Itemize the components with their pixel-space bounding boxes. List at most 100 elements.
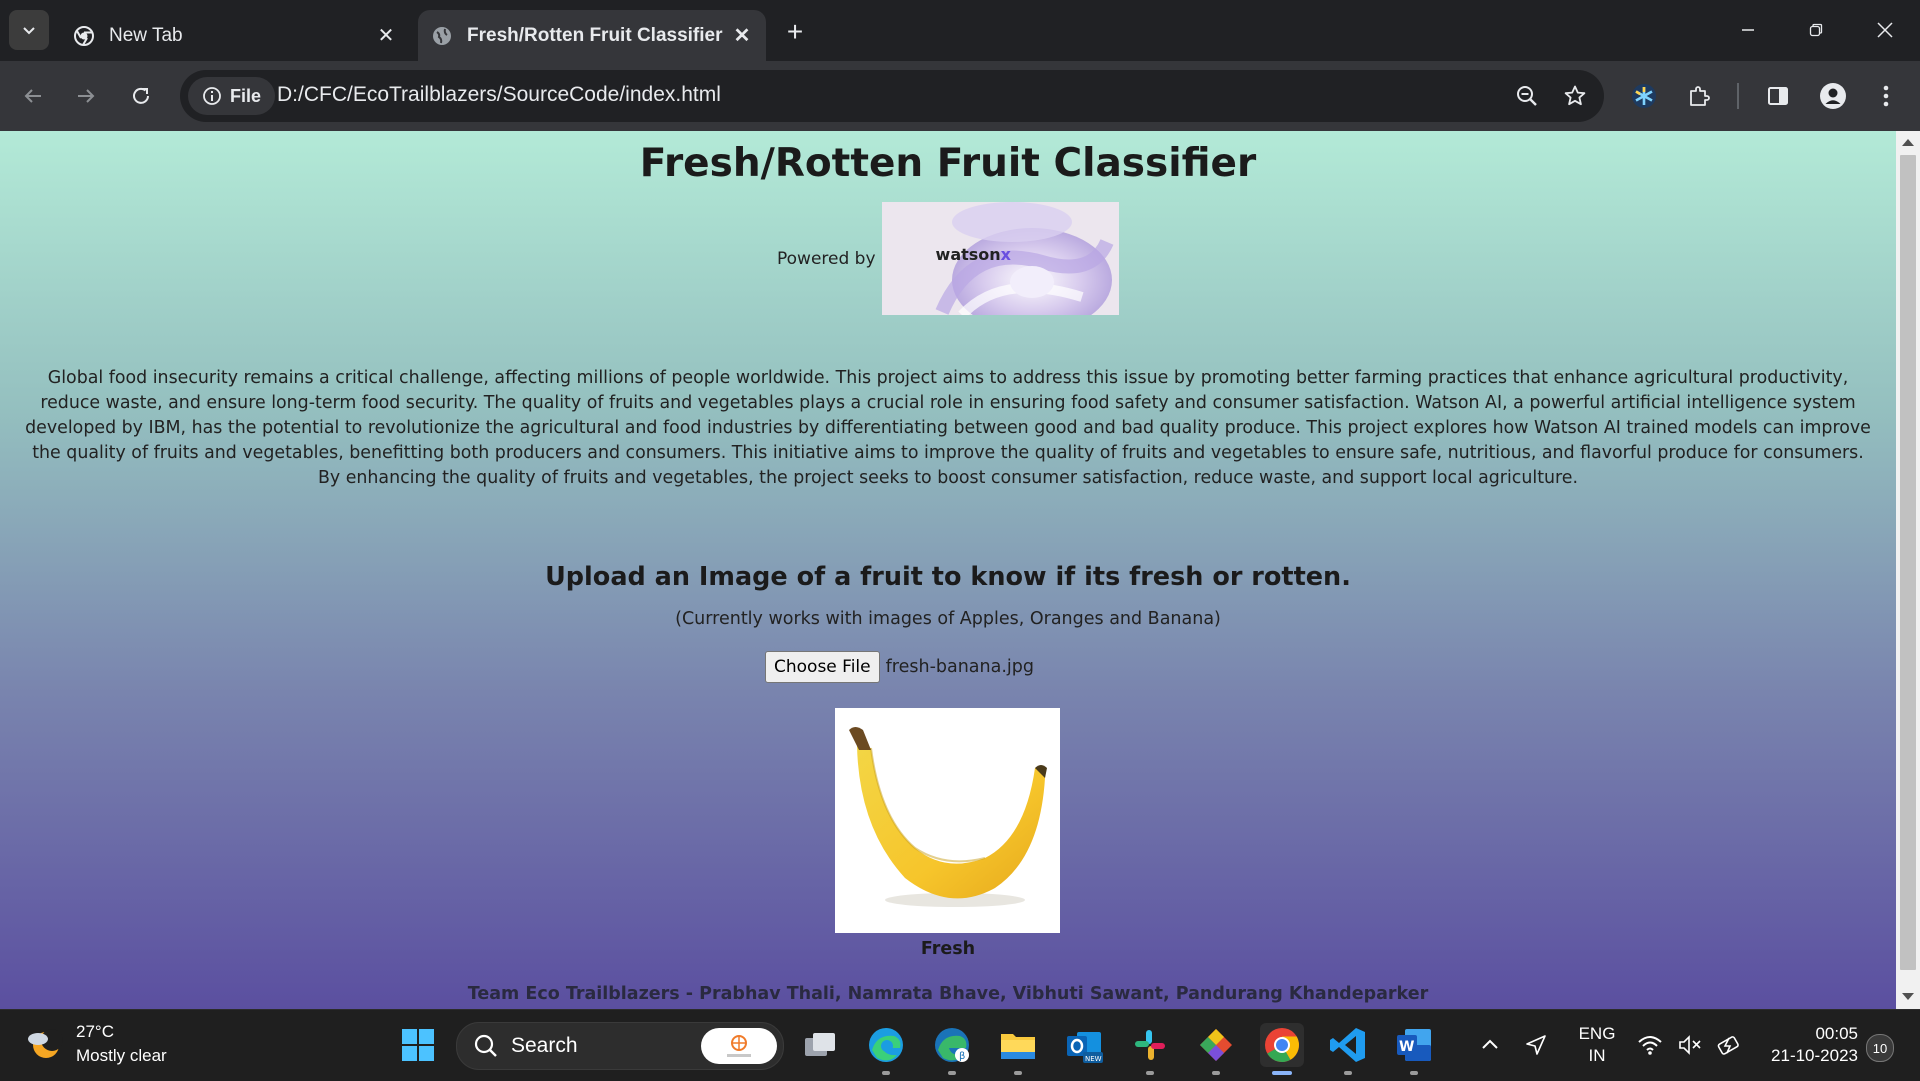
close-icon[interactable]: ✕ <box>372 22 400 50</box>
volume-muted-icon <box>1679 1035 1701 1055</box>
toolbar-separator <box>1737 83 1739 109</box>
outlook-icon: NEW <box>1067 1032 1103 1063</box>
running-indicator <box>1212 1071 1220 1075</box>
tab-title: New Tab <box>109 24 183 46</box>
site-info-chip[interactable]: File <box>188 77 276 115</box>
minimize-icon <box>1742 29 1754 31</box>
close-window-button[interactable] <box>1862 8 1908 52</box>
edge-beta-icon: β <box>935 1028 969 1062</box>
running-indicator <box>1014 1071 1022 1075</box>
location-button[interactable] <box>1514 1023 1558 1067</box>
choose-file-button[interactable]: Choose File <box>765 651 880 683</box>
address-bar[interactable]: File D:/CFC/EcoTrailblazers/SourceCode/i… <box>180 70 1604 122</box>
battery-charging-icon <box>1717 1036 1739 1055</box>
bookmark-button[interactable] <box>1557 78 1593 114</box>
moon-cloud-icon <box>28 1029 63 1058</box>
close-icon[interactable]: ✕ <box>728 22 756 50</box>
menu-button[interactable] <box>1868 78 1904 114</box>
upload-heading: Upload an Image of a fruit to know if it… <box>545 562 1351 592</box>
restore-icon <box>1809 23 1823 37</box>
location-arrow-icon <box>1526 1035 1546 1055</box>
taskbar-edge[interactable] <box>864 1023 908 1075</box>
team-credits: Team Eco Trailblazers - Prabhav Thali, N… <box>467 984 1429 1004</box>
taskbar-git-client[interactable] <box>1194 1023 1238 1075</box>
new-tab-button[interactable]: + <box>777 14 813 50</box>
info-icon <box>203 87 221 105</box>
search-label: Search <box>511 1034 578 1057</box>
profile-button[interactable] <box>1815 78 1851 114</box>
back-button[interactable] <box>15 78 51 114</box>
taskbar: 27°C Mostly clear Search β NEW W ENG IN … <box>0 1009 1920 1081</box>
tab-new-tab[interactable]: New Tab ✕ <box>60 10 410 61</box>
reload-button[interactable] <box>123 78 159 114</box>
arrow-left-icon <box>24 89 41 103</box>
folder-icon <box>1001 1034 1035 1059</box>
weather-widget[interactable]: 27°C Mostly clear <box>26 1020 167 1068</box>
side-panel-icon <box>1768 87 1788 105</box>
language-code: ENG <box>1578 1024 1616 1043</box>
extensions-menu-button[interactable] <box>1681 78 1717 114</box>
star-icon <box>1564 85 1586 106</box>
running-indicator <box>1344 1071 1352 1075</box>
task-view-icon <box>805 1033 835 1056</box>
scrollbar-thumb[interactable] <box>1900 155 1916 970</box>
windows-logo-icon <box>402 1029 434 1061</box>
taskbar-edge-beta[interactable]: β <box>930 1023 974 1075</box>
uploaded-image-preview <box>835 708 1060 933</box>
side-panel-button[interactable] <box>1760 78 1796 114</box>
running-indicator <box>1272 1071 1292 1075</box>
file-input[interactable]: Choose File fresh-banana.jpg <box>765 651 1034 683</box>
svg-text:β: β <box>959 1051 965 1062</box>
minimize-button[interactable] <box>1725 8 1771 52</box>
language-indicator[interactable]: ENG IN <box>1572 1023 1622 1067</box>
taskbar-search-box[interactable]: Search <box>456 1022 784 1070</box>
taskbar-file-explorer[interactable] <box>996 1023 1040 1075</box>
page-title: Fresh/Rotten Fruit Classifier <box>639 141 1257 186</box>
arrow-right-icon <box>78 89 95 103</box>
quick-settings-button[interactable] <box>1630 1023 1750 1067</box>
taskbar-chrome[interactable] <box>1260 1023 1304 1075</box>
avatar-icon <box>1820 83 1846 109</box>
search-highlight-image <box>701 1028 777 1064</box>
zoom-button[interactable] <box>1509 78 1545 114</box>
tab-fruit-classifier[interactable]: Fresh/Rotten Fruit Classifier ✕ <box>418 10 766 61</box>
taskbar-vscode[interactable] <box>1326 1023 1370 1075</box>
wifi-icon <box>1638 1036 1663 1055</box>
start-button[interactable] <box>396 1023 440 1067</box>
word-icon: W <box>1397 1029 1431 1061</box>
classification-result: Fresh <box>920 939 976 959</box>
weather-temperature: 27°C <box>76 1022 114 1041</box>
scroll-up-arrow-icon[interactable] <box>1902 139 1914 146</box>
url-text[interactable]: D:/CFC/EcoTrailblazers/SourceCode/index.… <box>277 83 721 107</box>
banana-image <box>849 727 1047 907</box>
more-vert-icon <box>1883 85 1889 107</box>
scroll-down-arrow-icon[interactable] <box>1902 993 1914 1000</box>
taskbar-outlook[interactable]: NEW <box>1062 1023 1106 1067</box>
extension-button[interactable] <box>1626 78 1662 114</box>
clock[interactable]: 00:05 21-10-2023 <box>1758 1023 1858 1067</box>
running-indicator <box>1146 1071 1154 1075</box>
notification-badge[interactable]: 10 <box>1866 1034 1894 1062</box>
search-icon <box>474 1034 497 1057</box>
show-hidden-icons-button[interactable] <box>1468 1023 1512 1067</box>
restore-button[interactable] <box>1793 8 1839 52</box>
browser-toolbar: File D:/CFC/EcoTrailblazers/SourceCode/i… <box>0 61 1920 131</box>
search-highlight-icon <box>727 1035 751 1057</box>
chrome-icon <box>1265 1028 1299 1062</box>
supported-fruits-note: (Currently works with images of Apples, … <box>675 609 1221 629</box>
edge-icon <box>869 1028 903 1062</box>
project-description: Global food insecurity remains a critica… <box>25 368 1871 488</box>
taskbar-slack[interactable] <box>1128 1023 1172 1075</box>
powered-by-label: Powered by <box>777 248 876 269</box>
powered-by-row: Powered by watsonx <box>777 202 1119 315</box>
tab-search-button[interactable] <box>9 10 49 50</box>
taskbar-word[interactable]: W <box>1392 1023 1436 1075</box>
page-viewport: Fresh/Rotten Fruit Classifier Powered by… <box>0 131 1896 1009</box>
close-icon <box>1877 22 1893 38</box>
globe-icon <box>431 25 453 47</box>
tab-strip: New Tab ✕ Fresh/Rotten Fruit Classifier … <box>0 0 1920 61</box>
forward-button[interactable] <box>68 78 104 114</box>
weather-description: Mostly clear <box>76 1046 167 1065</box>
chevron-down-icon <box>23 27 35 35</box>
task-view-button[interactable] <box>798 1023 842 1067</box>
